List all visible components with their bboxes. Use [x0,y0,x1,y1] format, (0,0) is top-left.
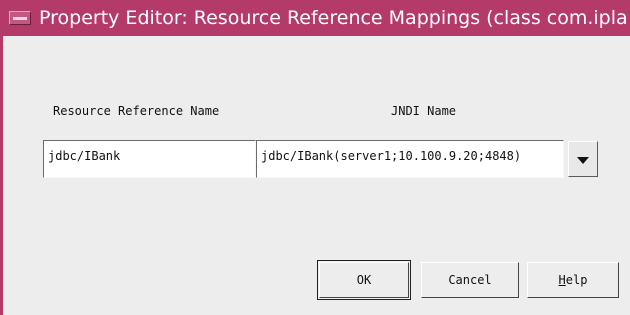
ok-button[interactable]: OK [317,260,411,300]
cancel-button-label: Cancel [448,273,492,287]
ok-button-label: OK [356,273,372,287]
cancel-button[interactable]: Cancel [421,262,519,298]
help-button[interactable]: Help [527,262,619,298]
jndi-name-header: JNDI Name [391,104,457,118]
chevron-down-icon [577,157,589,164]
resource-reference-name-header: Resource Reference Name [53,104,220,118]
jndi-name-field[interactable]: jdbc/IBank(server1;10.100.9.20;4848) [256,140,564,178]
window-menu-icon[interactable] [9,11,31,25]
window-title: Property Editor: Resource Reference Mapp… [39,7,628,29]
help-mnemonic: H [558,273,566,287]
jndi-name-dropdown-button[interactable] [568,141,598,177]
resource-reference-name-field[interactable]: jdbc/IBank [43,140,256,178]
title-bar[interactable]: Property Editor: Resource Reference Mapp… [3,0,630,36]
help-button-label: elp [565,273,588,287]
property-editor-window: Property Editor: Resource Reference Mapp… [0,0,630,315]
